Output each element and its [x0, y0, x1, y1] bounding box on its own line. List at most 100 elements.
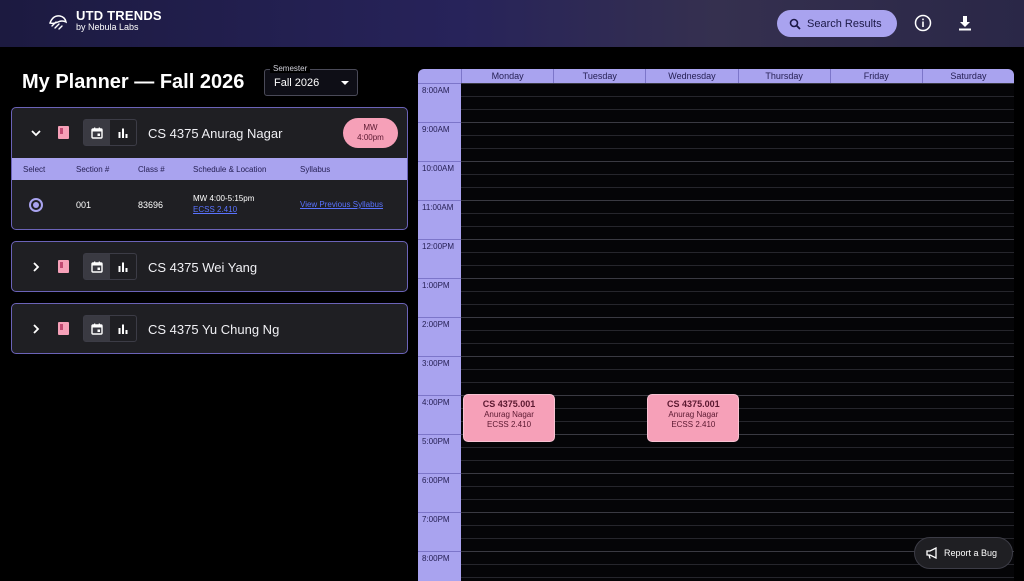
grades-view-button[interactable]: [110, 254, 136, 279]
grid-line: [461, 187, 1014, 188]
chevron-right-icon[interactable]: [30, 323, 42, 335]
hour-divider: [418, 551, 461, 552]
course-title: CS 4375 Anurag Nagar: [148, 126, 283, 141]
download-button[interactable]: [954, 12, 976, 34]
hour-divider: [418, 473, 461, 474]
report-bug-button[interactable]: Report a Bug: [914, 537, 1013, 569]
course-card-header[interactable]: CS 4375 Yu Chung Ng: [12, 304, 407, 353]
grid-line: [461, 369, 1014, 370]
time-label: 6:00PM: [422, 476, 450, 485]
grid-line: [461, 109, 1014, 110]
grid-line: [461, 213, 1014, 214]
hour-divider: [418, 395, 461, 396]
course-title: CS 4375 Yu Chung Ng: [148, 322, 280, 337]
brand-title: UTD TRENDS: [76, 8, 162, 23]
hour-divider: [418, 356, 461, 357]
hour-divider: [418, 161, 461, 162]
syllabus-link[interactable]: View Previous Syllabus: [300, 200, 383, 209]
hour-divider: [418, 83, 461, 84]
column-header: Schedule & Location: [193, 165, 267, 174]
calendar-icon: [91, 127, 103, 139]
view-toggle[interactable]: [83, 315, 137, 342]
grid-line: [461, 317, 1014, 318]
grid-line: [461, 226, 1014, 227]
time-label: 8:00AM: [422, 86, 450, 95]
grades-view-button[interactable]: [110, 316, 136, 341]
grid-line: [461, 200, 1014, 201]
info-button[interactable]: [912, 12, 934, 34]
hour-divider: [418, 122, 461, 123]
calendar-view-button[interactable]: [84, 120, 110, 145]
day-header: Thursday: [737, 69, 830, 83]
calendar-view-button[interactable]: [84, 316, 110, 341]
time-column: 8:00AM 9:00AM 10:00AM 11:00AM 12:00PM 1:00PM 2…: [418, 69, 461, 581]
syllabus-book-icon[interactable]: [58, 260, 69, 273]
time-label: 1:00PM: [422, 281, 450, 290]
caret-down-icon: [341, 81, 349, 85]
bar-chart-icon: [118, 128, 128, 138]
location-link[interactable]: ECSS 2.410: [193, 205, 237, 214]
grid-line: [461, 161, 1014, 162]
grid-line: [461, 291, 1014, 292]
course-title: CS 4375 Wei Yang: [148, 260, 258, 275]
calendar-grid[interactable]: CS 4375.001 Anurag Nagar ECSS 2.410 CS 4375…: [461, 83, 1014, 581]
grid-line: [461, 265, 1014, 266]
grades-view-button[interactable]: [110, 120, 136, 145]
time-label: 12:00PM: [422, 242, 455, 251]
hour-divider: [418, 200, 461, 201]
grid-line: [461, 174, 1014, 175]
grid-line: [461, 83, 1014, 84]
course-card-header[interactable]: CS 4375 Anurag Nagar MW 4:00pm: [12, 108, 407, 158]
page-title: My Planner — Fall 2026: [22, 71, 245, 93]
day-header: Saturday: [921, 69, 1014, 83]
calendar-icon: [91, 261, 103, 273]
grid-line: [461, 473, 1014, 474]
grid-line: [461, 343, 1014, 344]
grid-line: [461, 252, 1014, 253]
table-row: 001 83696 MW 4:00-5:15pm ECSS 2.410 View…: [12, 180, 407, 229]
view-toggle[interactable]: [83, 253, 137, 280]
time-label: 7:00PM: [422, 515, 450, 524]
grid-line: [461, 330, 1014, 331]
grid-line: [461, 512, 1014, 513]
chevron-right-icon[interactable]: [30, 261, 42, 273]
search-results-button[interactable]: Search Results: [777, 10, 897, 37]
calendar-icon: [91, 323, 103, 335]
section-radio[interactable]: [29, 198, 43, 212]
hour-divider: [418, 512, 461, 513]
grid-line: [461, 382, 1014, 383]
report-bug-label: Report a Bug: [944, 548, 998, 558]
grid-line: [461, 486, 1014, 487]
calendar-view-button[interactable]: [84, 254, 110, 279]
event-location: ECSS 2.410: [671, 420, 716, 429]
event-title: CS 4375.001: [482, 399, 536, 409]
time-label: 2:00PM: [422, 320, 450, 329]
calendar-event[interactable]: CS 4375.001 Anurag Nagar ECSS 2.410: [463, 394, 555, 442]
time-label: 11:00AM: [422, 203, 454, 212]
course-card: CS 4375 Anurag Nagar MW 4:00pm Select Se…: [11, 107, 408, 230]
grid-line: [461, 122, 1014, 123]
weekly-calendar: 8:00AM 9:00AM 10:00AM 11:00AM 12:00PM 1:00PM 2…: [418, 69, 1014, 581]
event-instructor: Anurag Nagar: [484, 410, 534, 419]
chevron-down-icon[interactable]: [30, 127, 42, 139]
brand-logo[interactable]: UTD TRENDS by Nebula Labs: [47, 9, 162, 33]
search-results-label: Search Results: [807, 17, 882, 30]
event-location: ECSS 2.410: [486, 420, 532, 429]
column-header: Class #: [138, 165, 165, 174]
grid-line: [461, 525, 1014, 526]
nebula-logo-icon: [49, 15, 68, 30]
calendar-event[interactable]: CS 4375.001 Anurag Nagar ECSS 2.410: [647, 394, 740, 442]
course-card-header[interactable]: CS 4375 Wei Yang: [12, 242, 407, 291]
grid-line: [461, 148, 1014, 149]
badge-days: MW: [363, 123, 378, 132]
syllabus-book-icon[interactable]: [58, 322, 69, 335]
view-toggle[interactable]: [83, 119, 137, 146]
day-header: Monday: [461, 69, 553, 83]
search-icon: [789, 18, 801, 30]
section-number: 001: [76, 200, 92, 210]
grid-line: [461, 577, 1014, 578]
syllabus-book-icon[interactable]: [58, 126, 69, 139]
grid-line: [461, 96, 1014, 97]
semester-select[interactable]: Fall 2026: [264, 69, 358, 96]
time-label: 4:00PM: [422, 398, 450, 407]
